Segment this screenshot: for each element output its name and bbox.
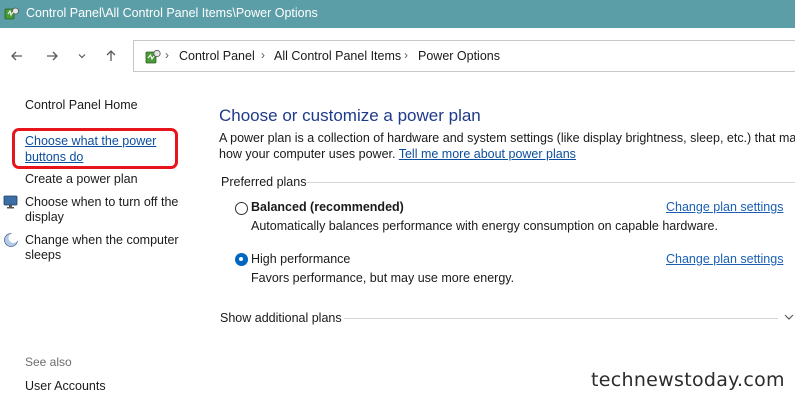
plan-balanced-name[interactable]: Balanced (recommended) bbox=[251, 200, 404, 214]
page-title: Choose or customize a power plan bbox=[219, 106, 481, 125]
high-performance-change-settings-link[interactable]: Change plan settings bbox=[666, 252, 783, 266]
display-icon bbox=[3, 194, 19, 210]
chevron-down-icon[interactable] bbox=[783, 311, 795, 323]
balanced-change-settings-link[interactable]: Change plan settings bbox=[666, 200, 783, 214]
plan-high-performance-name[interactable]: High performance bbox=[251, 252, 350, 266]
high-performance-radio[interactable] bbox=[235, 253, 248, 266]
sidebar-turn-off-display-line1[interactable]: Choose when to turn off the bbox=[25, 195, 178, 210]
breadcrumb-all-items[interactable]: All Control Panel Items bbox=[274, 49, 401, 63]
breadcrumb-control-panel[interactable]: Control Panel bbox=[179, 49, 255, 63]
description-line2: how your computer uses power. Tell me mo… bbox=[219, 147, 576, 161]
balanced-radio[interactable] bbox=[235, 202, 248, 215]
sidebar-control-panel-home[interactable]: Control Panel Home bbox=[25, 98, 138, 113]
sidebar-computer-sleeps-line1[interactable]: Change when the computer bbox=[25, 233, 179, 248]
additional-divider bbox=[344, 318, 778, 319]
preferred-plans-label: Preferred plans bbox=[221, 175, 307, 189]
plan-balanced-description: Automatically balances performance with … bbox=[251, 219, 718, 233]
navigation-bar: › Control Panel › All Control Panel Item… bbox=[0, 28, 795, 86]
main-content: Choose or customize a power plan A power… bbox=[200, 86, 795, 400]
breadcrumb-separator: › bbox=[165, 48, 169, 62]
sidebar-power-buttons-line1[interactable]: Choose what the power bbox=[25, 134, 156, 149]
up-arrow-icon[interactable] bbox=[101, 46, 121, 66]
sidebar-user-accounts[interactable]: User Accounts bbox=[25, 379, 106, 394]
power-options-icon bbox=[144, 48, 162, 66]
title-bar: Control Panel\All Control Panel Items\Po… bbox=[0, 0, 795, 28]
address-bar[interactable]: › Control Panel › All Control Panel Item… bbox=[133, 40, 795, 72]
see-also-label: See also bbox=[25, 355, 72, 369]
moon-icon bbox=[3, 232, 19, 248]
breadcrumb-power-options[interactable]: Power Options bbox=[418, 49, 500, 63]
show-additional-plans[interactable]: Show additional plans bbox=[220, 311, 342, 325]
learn-more-link[interactable]: Tell me more about power plans bbox=[399, 147, 576, 161]
watermark: technewstoday.com bbox=[591, 369, 785, 391]
description-text: how your computer uses power. bbox=[219, 147, 396, 161]
description-line1: A power plan is a collection of hardware… bbox=[219, 131, 795, 145]
section-divider bbox=[306, 182, 795, 183]
chevron-down-icon[interactable] bbox=[72, 46, 92, 66]
forward-arrow-icon[interactable] bbox=[42, 46, 62, 66]
breadcrumb-separator: › bbox=[261, 48, 265, 62]
power-options-icon bbox=[4, 6, 20, 22]
sidebar-turn-off-display-line2[interactable]: display bbox=[25, 210, 64, 225]
plan-high-performance-description: Favors performance, but may use more ene… bbox=[251, 271, 515, 285]
back-arrow-icon[interactable] bbox=[7, 46, 27, 66]
sidebar-power-buttons-line2[interactable]: buttons do bbox=[25, 150, 83, 165]
sidebar: Control Panel Home Choose what the power… bbox=[0, 86, 200, 400]
window-title: Control Panel\All Control Panel Items\Po… bbox=[26, 6, 318, 20]
sidebar-computer-sleeps-line2[interactable]: sleeps bbox=[25, 248, 61, 263]
breadcrumb-separator: › bbox=[404, 48, 408, 62]
sidebar-create-power-plan[interactable]: Create a power plan bbox=[25, 172, 138, 187]
